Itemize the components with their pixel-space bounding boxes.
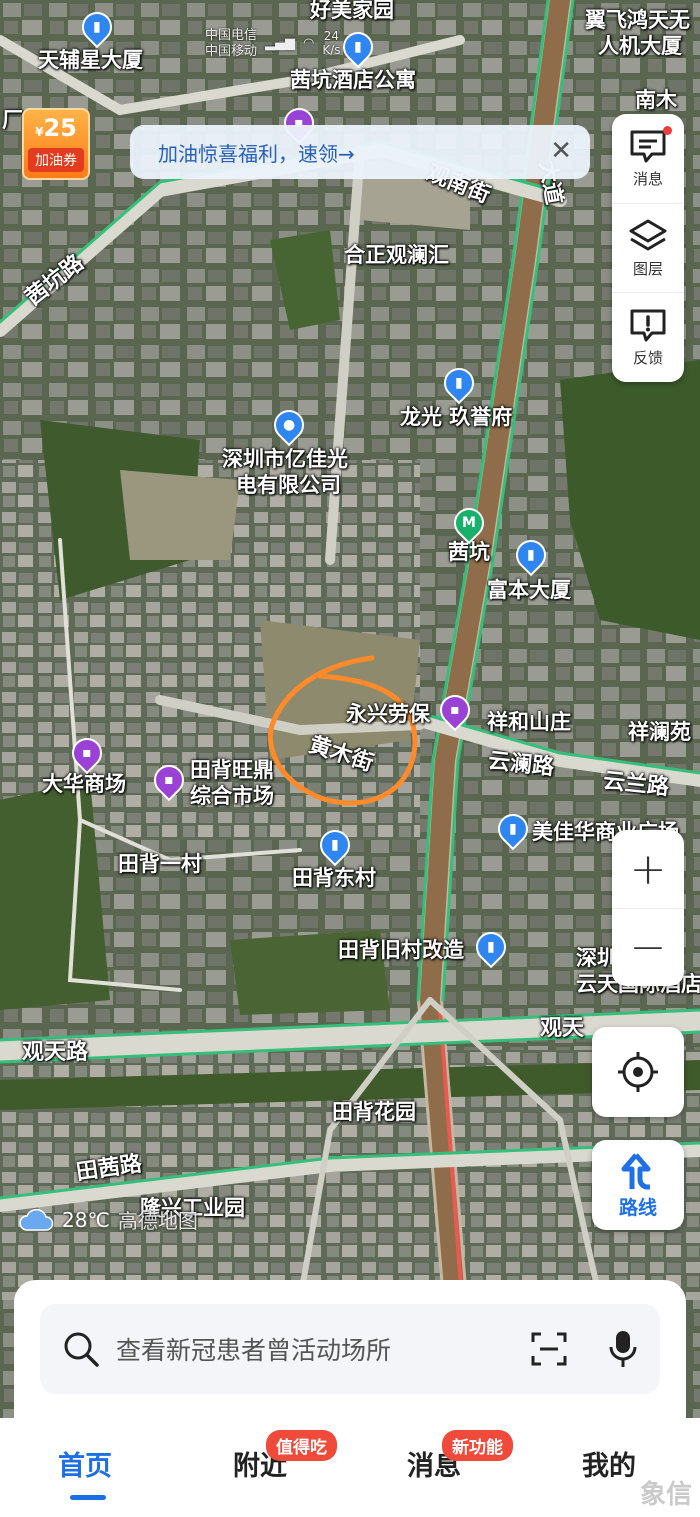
zoom-in-button[interactable]: + <box>612 830 684 908</box>
poi-label[interactable]: 厂 <box>2 108 23 132</box>
poi-label[interactable]: 富本大厦 <box>487 578 571 602</box>
watermark: 象信 <box>639 1480 692 1510</box>
active-tab-indicator <box>70 1495 106 1500</box>
route-arrow-icon <box>621 1152 651 1189</box>
layers-label: 图层 <box>632 259 663 278</box>
poi-label[interactable]: 祥和山庄 <box>487 710 571 734</box>
poi-label[interactable]: 田背旧村改造 <box>338 938 464 962</box>
zoom-controls: + − <box>612 830 684 986</box>
close-icon[interactable]: ✕ <box>550 138 572 164</box>
poi-label[interactable]: 茜坑酒店公寓 <box>290 68 416 92</box>
weather-widget[interactable]: 28℃ 高德地图 <box>18 1205 198 1234</box>
poi-label[interactable]: 天辅星大厦 <box>38 48 143 72</box>
feedback-label: 反馈 <box>632 348 663 367</box>
poi-label[interactable]: 祥澜苑 <box>628 720 691 744</box>
brand-logo: 高德地图 <box>117 1209 198 1233</box>
route-button[interactable]: 路线 <box>592 1140 684 1230</box>
poi-label[interactable]: 田背一村 <box>118 852 202 876</box>
poi-label[interactable]: 田背花园 <box>332 1100 416 1124</box>
layers-icon <box>629 219 667 250</box>
poi-label[interactable]: 综合市场 <box>190 784 274 808</box>
feedback-button[interactable]: 反馈 <box>612 292 684 381</box>
poi-label[interactable]: 翼飞鸿天无 <box>585 8 690 32</box>
road-label: 观天 <box>540 1016 585 1041</box>
carrier-1: 中国电信 <box>205 28 258 43</box>
coupon-label: 加油券 <box>28 148 84 172</box>
poi-label[interactable]: 田背东村 <box>292 866 376 890</box>
net-speed-unit: K/s <box>322 42 341 57</box>
road-label: 观天路 <box>22 1040 89 1065</box>
poi-label[interactable]: 永兴劳保 <box>346 702 430 726</box>
zoom-out-button[interactable]: − <box>612 908 684 986</box>
locate-button[interactable] <box>592 1027 684 1117</box>
signal-icon: ▂▄▆ <box>265 36 296 52</box>
route-label: 路线 <box>618 1196 657 1219</box>
status-bar: 中国电信 中国移动 ▂▄▆ ◠ 24 K/s <box>205 28 341 59</box>
poi-label[interactable]: 南木 <box>635 88 677 112</box>
poi-label[interactable]: 深圳市亿佳光 <box>222 447 348 471</box>
promo-text[interactable]: 加油惊喜福利，速领→ <box>158 138 355 167</box>
fuel-coupon[interactable]: ¥25 加油券 <box>22 108 90 180</box>
poi-label[interactable]: 合正观澜汇 <box>344 243 449 267</box>
coupon-amount: 25 <box>43 114 77 142</box>
poi-label[interactable]: 龙光 玖誉府 <box>400 405 512 429</box>
feedback-icon <box>630 309 666 341</box>
net-speed-value: 24 <box>323 29 340 44</box>
nearby-badge: 值得吃 <box>266 1430 337 1461</box>
poi-label[interactable]: 电有限公司 <box>236 473 341 497</box>
poi-label[interactable]: 田背旺鼎 <box>190 758 274 782</box>
tab-bar: 首页 附近 值得吃 消息 新功能 我的 <box>0 1418 700 1517</box>
carrier-2: 中国移动 <box>205 43 258 59</box>
cloud-icon <box>19 1208 54 1231</box>
poi-label[interactable]: 大华商场 <box>42 772 126 796</box>
messages-button[interactable]: 消息 <box>612 114 684 203</box>
promo-banner[interactable]: 加油惊喜福利，速领→ ✕ <box>130 125 590 179</box>
search-input[interactable]: 查看新冠患者曾活动场所 <box>116 1331 530 1367</box>
wifi-icon: ◠ <box>303 36 315 52</box>
messages-label: 消息 <box>632 170 663 188</box>
layers-button[interactable]: 图层 <box>612 203 684 292</box>
tab-home[interactable]: 首页 <box>58 1444 112 1483</box>
poi-label[interactable]: 人机大厦 <box>598 34 682 58</box>
tab-me[interactable]: 我的 <box>582 1444 636 1483</box>
temperature: 28℃ <box>62 1207 110 1232</box>
locate-icon <box>618 1052 658 1092</box>
search-icon <box>62 1330 100 1368</box>
scan-icon[interactable] <box>530 1331 568 1367</box>
search-bar[interactable]: 查看新冠患者曾活动场所 <box>40 1304 660 1394</box>
messages-badge: 新功能 <box>442 1430 513 1461</box>
map-toolbar: 消息 图层 反馈 <box>612 114 684 382</box>
message-icon <box>630 130 666 163</box>
microphone-icon[interactable] <box>608 1329 638 1369</box>
poi-label[interactable]: 好美家园 <box>310 0 394 22</box>
notification-dot <box>663 126 672 135</box>
bottom-sheet: 查看新冠患者曾活动场所 <box>14 1280 686 1440</box>
